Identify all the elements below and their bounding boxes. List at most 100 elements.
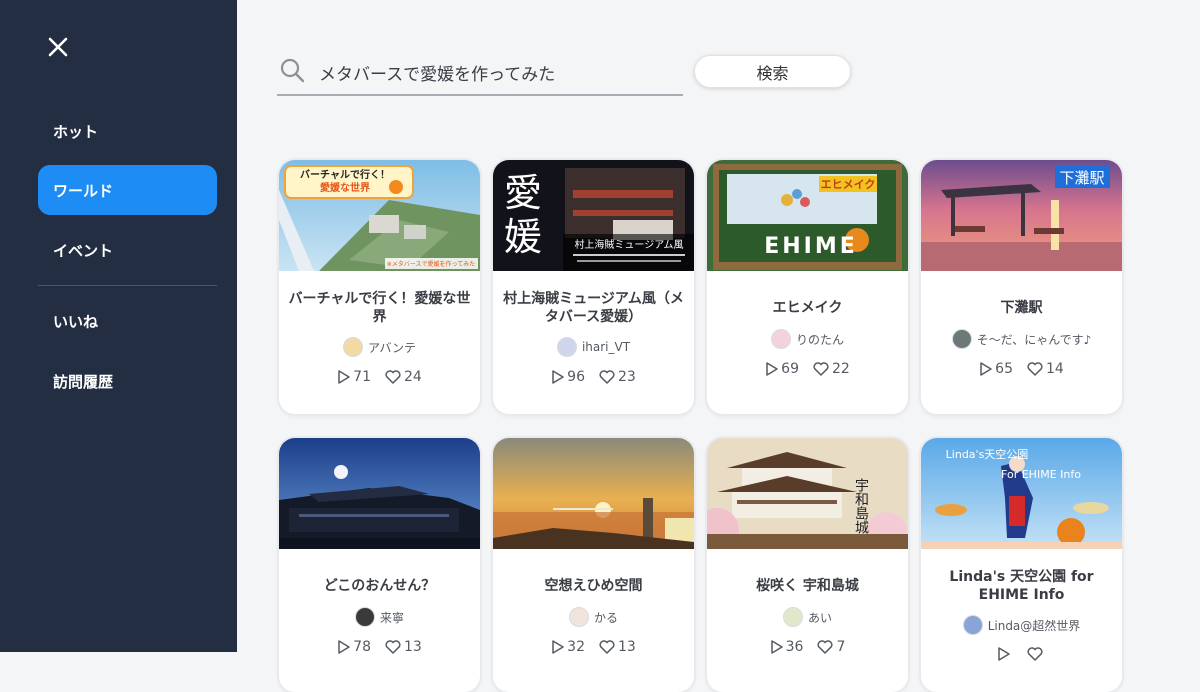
world-card[interactable]: バーチャルで行く！ 愛媛な世界 ※メタバースで愛媛を作ってみた バーチャルで行く… [279,160,480,414]
world-thumbnail: Linda's天空公園 For EHIME Info [921,438,1122,549]
thumb-text: ※メタバースで愛媛を作ってみた [387,260,475,268]
world-card[interactable]: 空想えひめ空間 かる 32 13 [493,438,694,692]
world-author: 来寧 [279,607,480,627]
thumb-text: バーチャルで行く！ [300,168,390,181]
main-content: 検索 バーチャルで行く！ 愛媛な世界 ※メタバースで愛媛を作ってみた バーチャル… [237,0,1200,692]
author-name: かる [593,610,618,625]
play-count: 71 [353,369,371,385]
sidebar-item-hot[interactable]: ホット [38,106,217,156]
heart-icon [813,362,829,376]
thumb-text: EHIME [764,234,858,259]
world-title: Linda's 天空公園 for EHIME Info [949,569,1094,603]
world-card[interactable]: 下灘駅 下灘駅 そ〜だ、にゃんです♪ 65 14 [921,160,1122,414]
world-card[interactable]: 愛 媛 村上海賊ミュージアム風 村上海賊ミュージアム風（メタバース愛媛） iha… [493,160,694,414]
world-title: 桜咲く 宇和島城 [756,578,859,594]
author-name: ihari_VT [581,340,631,354]
like-count: 14 [1046,361,1064,377]
search-icon [279,57,305,83]
avatar [962,615,983,635]
world-thumbnail: 愛 媛 村上海賊ミュージアム風 [493,160,694,271]
avatar [556,337,577,357]
world-stats: 69 22 [707,361,908,377]
play-count: 78 [353,639,371,655]
like-count: 13 [404,639,422,655]
world-author: りのたん [707,329,908,349]
thumb-text: 愛媛な世界 [320,181,370,194]
world-thumbnail [279,438,480,549]
world-card[interactable]: どこのおんせん？ 来寧 78 13 [279,438,480,692]
close-icon[interactable] [44,33,72,61]
world-author: あい [707,607,908,627]
sidebar-item-label: ホット [53,122,99,141]
search-input[interactable] [317,54,681,90]
play-count: 96 [567,369,585,385]
world-thumbnail: エヒメイク EHIME [707,160,908,271]
world-title: 村上海賊ミュージアム風（メタバース愛媛） [503,291,684,325]
avatar [342,337,363,357]
thumb-text: Linda's天空公園 [946,447,1029,461]
author-name: あい [807,610,832,625]
play-icon [998,647,1010,661]
world-author: アバンテ [279,337,480,357]
world-stats: 78 13 [279,639,480,655]
sidebar-item-label: イベント [53,241,114,260]
world-title: 下灘駅 [1000,300,1043,316]
heart-icon [385,370,401,384]
author-name: Linda@超然世界 [987,618,1081,633]
sidebar-item-likes[interactable]: いいね [38,296,217,346]
thumb-text: 愛 [504,171,542,215]
world-title: バーチャルで行く！愛媛な世界 [288,291,471,325]
like-count: 23 [618,369,636,385]
world-title: エヒメイク [772,300,843,316]
world-stats: 32 13 [493,639,694,655]
world-card[interactable]: Linda's天空公園 For EHIME Info Linda's 天空公園 … [921,438,1122,692]
sidebar-item-history[interactable]: 訪問履歴 [38,356,217,406]
thumb-text: エヒメイク [821,178,876,191]
world-author: Linda@超然世界 [921,615,1122,635]
sidebar: ホット ワールド イベント いいね 訪問履歴 [0,0,237,652]
sidebar-item-label: ワールド [53,181,114,200]
search-bar [277,52,683,96]
play-icon [338,370,350,384]
play-icon [766,362,778,376]
world-title: どこのおんせん？ [323,578,436,594]
world-card[interactable]: エヒメイク EHIME エヒメイク りのたん 69 22 [707,160,908,414]
thumb-text: For EHIME Info [1001,468,1081,481]
avatar [770,329,791,349]
sidebar-item-event[interactable]: イベント [38,225,217,275]
play-icon [980,362,992,376]
world-stats: 36 7 [707,639,908,655]
like-count: 13 [618,639,636,655]
like-count: 22 [832,361,850,377]
play-count: 36 [785,639,804,655]
world-thumbnail [493,438,694,549]
world-title: 空想えひめ空間 [544,578,643,594]
world-thumbnail: 宇和島城 [707,438,908,549]
thumb-text: 宇和島城 [853,478,869,535]
avatar [568,607,589,627]
author-name: りのたん [795,332,844,347]
sidebar-item-label: 訪問履歴 [53,372,114,391]
play-icon [552,370,564,384]
avatar [951,329,972,349]
world-stats [921,647,1122,661]
thumb-text: 下灘駅 [1059,169,1104,187]
heart-icon [1027,362,1043,376]
world-author: ihari_VT [493,337,694,357]
world-stats: 96 23 [493,369,694,385]
sidebar-divider [38,285,217,286]
thumb-text: 村上海賊ミュージアム風 [574,238,683,251]
avatar [782,607,803,627]
sidebar-item-world[interactable]: ワールド [38,165,217,215]
like-count: 24 [404,369,422,385]
author-name: そ〜だ、にゃんです♪ [976,332,1092,347]
avatar [354,607,375,627]
search-button[interactable]: 検索 [694,55,851,88]
heart-icon [599,370,615,384]
play-count: 69 [781,361,799,377]
world-author: かる [493,607,694,627]
world-stats: 71 24 [279,369,480,385]
world-thumbnail: 下灘駅 [921,160,1122,271]
like-count: 7 [836,639,846,655]
world-card[interactable]: 宇和島城 桜咲く 宇和島城 あい 36 7 [707,438,908,692]
